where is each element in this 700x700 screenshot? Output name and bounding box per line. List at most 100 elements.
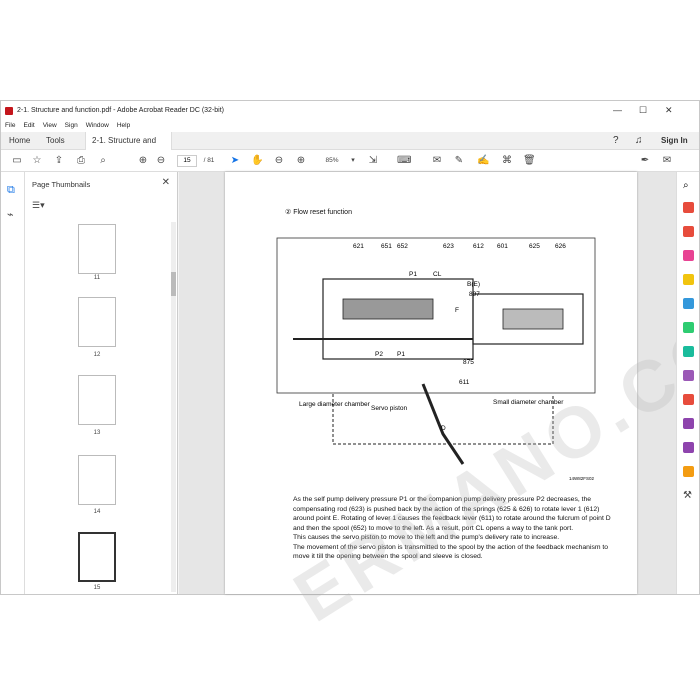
prepare-form-icon[interactable] xyxy=(683,466,694,477)
menu-edit[interactable]: Edit xyxy=(23,120,34,132)
email-icon[interactable]: ✉ xyxy=(661,155,673,167)
label-875: 875 xyxy=(463,359,474,366)
label-p1-top: P1 xyxy=(409,271,417,278)
compress-icon[interactable] xyxy=(683,418,694,429)
label-626: 626 xyxy=(555,243,566,250)
more-tools-icon[interactable]: ⚒ xyxy=(683,490,694,501)
close-button[interactable]: ✕ xyxy=(665,105,673,116)
zoom-level[interactable]: 85% xyxy=(321,155,343,167)
comment-icon[interactable]: ✉ xyxy=(431,155,443,167)
organize-pages-icon[interactable] xyxy=(683,322,694,333)
tab-home[interactable]: Home xyxy=(9,132,30,150)
pump-diagram: 621 651 652 623 612 601 625 626 P1 CL B(… xyxy=(276,237,596,481)
thumbnail-page-14[interactable] xyxy=(78,455,116,505)
prev-page-icon[interactable]: ⊕ xyxy=(137,155,149,167)
page-number-input[interactable]: 15 xyxy=(177,155,197,167)
paragraph-1: As the self pump delivery pressure P1 or… xyxy=(293,496,611,532)
label-897: 897 xyxy=(469,291,480,298)
thumbnail-options-icon[interactable]: ☰▾ xyxy=(32,200,45,211)
attachment-icon[interactable]: ⌁ xyxy=(7,208,14,221)
notification-icon[interactable]: ♫ xyxy=(635,132,643,150)
thumbnail-page-11[interactable] xyxy=(78,224,116,274)
print-icon[interactable]: ⎙ xyxy=(75,155,87,167)
trash-icon[interactable]: 🗑 xyxy=(523,155,536,167)
bookmark-star-icon[interactable]: ☆ xyxy=(31,155,43,167)
thumbnail-label-14: 14 xyxy=(93,509,101,515)
thumbnail-label-12: 12 xyxy=(93,352,101,358)
label-621: 621 xyxy=(353,243,364,250)
window-title: 2-1. Structure and function.pdf - Adobe … xyxy=(17,107,225,114)
tab-tools[interactable]: Tools xyxy=(46,132,65,150)
export-pdf-icon[interactable] xyxy=(683,202,694,213)
label-625: 625 xyxy=(529,243,540,250)
thumbnails-scrollbar[interactable] xyxy=(171,222,176,592)
label-be: B(E) xyxy=(467,281,480,288)
label-small-chamber: Small diameter chamber xyxy=(493,399,564,406)
stamp-icon[interactable]: ⌘ xyxy=(501,155,513,167)
zoom-dropdown-icon[interactable]: ▾ xyxy=(347,155,359,167)
toolbar: ▭ ☆ ⇪ ⎙ ⌕ ⊕ ⊖ 15 / 81 ➤ ✋ ⊖ ⊕ 85% ▾ ⇲ ⌨ … xyxy=(1,150,699,172)
feedback-lever xyxy=(421,383,465,465)
label-servo-piston: Servo piston xyxy=(371,405,408,412)
thumbnails-icon[interactable]: ⧉ xyxy=(7,184,15,197)
label-p1-bottom: P1 xyxy=(397,351,405,358)
servo-spool xyxy=(342,298,434,320)
fit-page-icon[interactable]: ⇲ xyxy=(367,155,379,167)
thumbnail-label-11: 11 xyxy=(93,275,101,281)
zoom-out-icon[interactable]: ⊖ xyxy=(273,155,285,167)
zoom-search-icon[interactable]: ⌕ xyxy=(683,180,694,191)
scrollbar-thumb[interactable] xyxy=(171,272,176,296)
document-area: ② Flow reset function 621 651 652 623 61… xyxy=(179,172,700,637)
edit-pdf-icon[interactable] xyxy=(683,250,694,261)
label-f: F xyxy=(455,307,459,314)
request-sign-icon[interactable] xyxy=(683,442,694,453)
menu-help[interactable]: Help xyxy=(117,120,130,132)
keyboard-icon[interactable]: ⌨ xyxy=(397,155,411,167)
help-icon[interactable]: ? xyxy=(613,132,619,150)
draw-icon[interactable]: ✍ xyxy=(477,155,489,167)
label-651: 651 xyxy=(381,243,392,250)
figure-code: 14W82FS02 xyxy=(569,476,595,481)
menu-bar: File Edit View Sign Window Help xyxy=(1,120,699,132)
label-623: 623 xyxy=(443,243,454,250)
select-cursor-icon[interactable]: ➤ xyxy=(229,155,241,167)
share-icon[interactable]: ✒ xyxy=(639,155,651,167)
title-bar: 2-1. Structure and function.pdf - Adobe … xyxy=(1,101,699,120)
upload-icon[interactable]: ⇪ xyxy=(53,155,65,167)
thumbnail-page-12[interactable] xyxy=(78,297,116,347)
search-icon[interactable]: ⌕ xyxy=(97,155,109,167)
label-d: D xyxy=(441,425,446,432)
thumbnail-label-15: 15 xyxy=(93,585,101,591)
maximize-button[interactable]: ☐ xyxy=(639,105,647,116)
panel-close-icon[interactable]: ✕ xyxy=(162,177,170,188)
thumbnail-page-15[interactable] xyxy=(78,532,116,582)
label-611: 611 xyxy=(459,379,470,386)
menu-view[interactable]: View xyxy=(43,120,57,132)
menu-sign[interactable]: Sign xyxy=(65,120,78,132)
create-icon[interactable]: ▭ xyxy=(11,155,23,167)
protect-icon[interactable] xyxy=(683,394,694,405)
acrobat-icon xyxy=(5,106,13,115)
highlight-icon[interactable]: ✎ xyxy=(453,155,465,167)
pdf-page: ② Flow reset function 621 651 652 623 61… xyxy=(225,172,637,594)
page-total: / 81 xyxy=(203,157,215,164)
zoom-in-icon[interactable]: ⊕ xyxy=(295,155,307,167)
fill-sign-icon[interactable] xyxy=(683,370,694,381)
menu-file[interactable]: File xyxy=(5,120,15,132)
label-p2: P2 xyxy=(375,351,383,358)
comment-tool-icon[interactable] xyxy=(683,274,694,285)
next-page-icon[interactable]: ⊖ xyxy=(155,155,167,167)
description-text: As the self pump delivery pressure P1 or… xyxy=(293,495,613,562)
create-pdf-icon[interactable] xyxy=(683,226,694,237)
label-612: 612 xyxy=(473,243,484,250)
hand-tool-icon[interactable]: ✋ xyxy=(251,155,263,167)
thumbnail-page-13[interactable] xyxy=(78,375,116,425)
tab-document[interactable]: 2-1. Structure and f... × xyxy=(85,132,172,163)
combine-files-icon[interactable] xyxy=(683,298,694,309)
scan-ocr-icon[interactable] xyxy=(683,346,694,357)
right-tools-rail: ⌕ ⚒ xyxy=(676,172,699,594)
menu-window[interactable]: Window xyxy=(86,120,109,132)
minimize-button[interactable]: — xyxy=(613,105,622,115)
paragraph-2: This causes the servo piston to move to … xyxy=(293,534,560,541)
sign-in-button[interactable]: Sign In xyxy=(661,132,688,150)
